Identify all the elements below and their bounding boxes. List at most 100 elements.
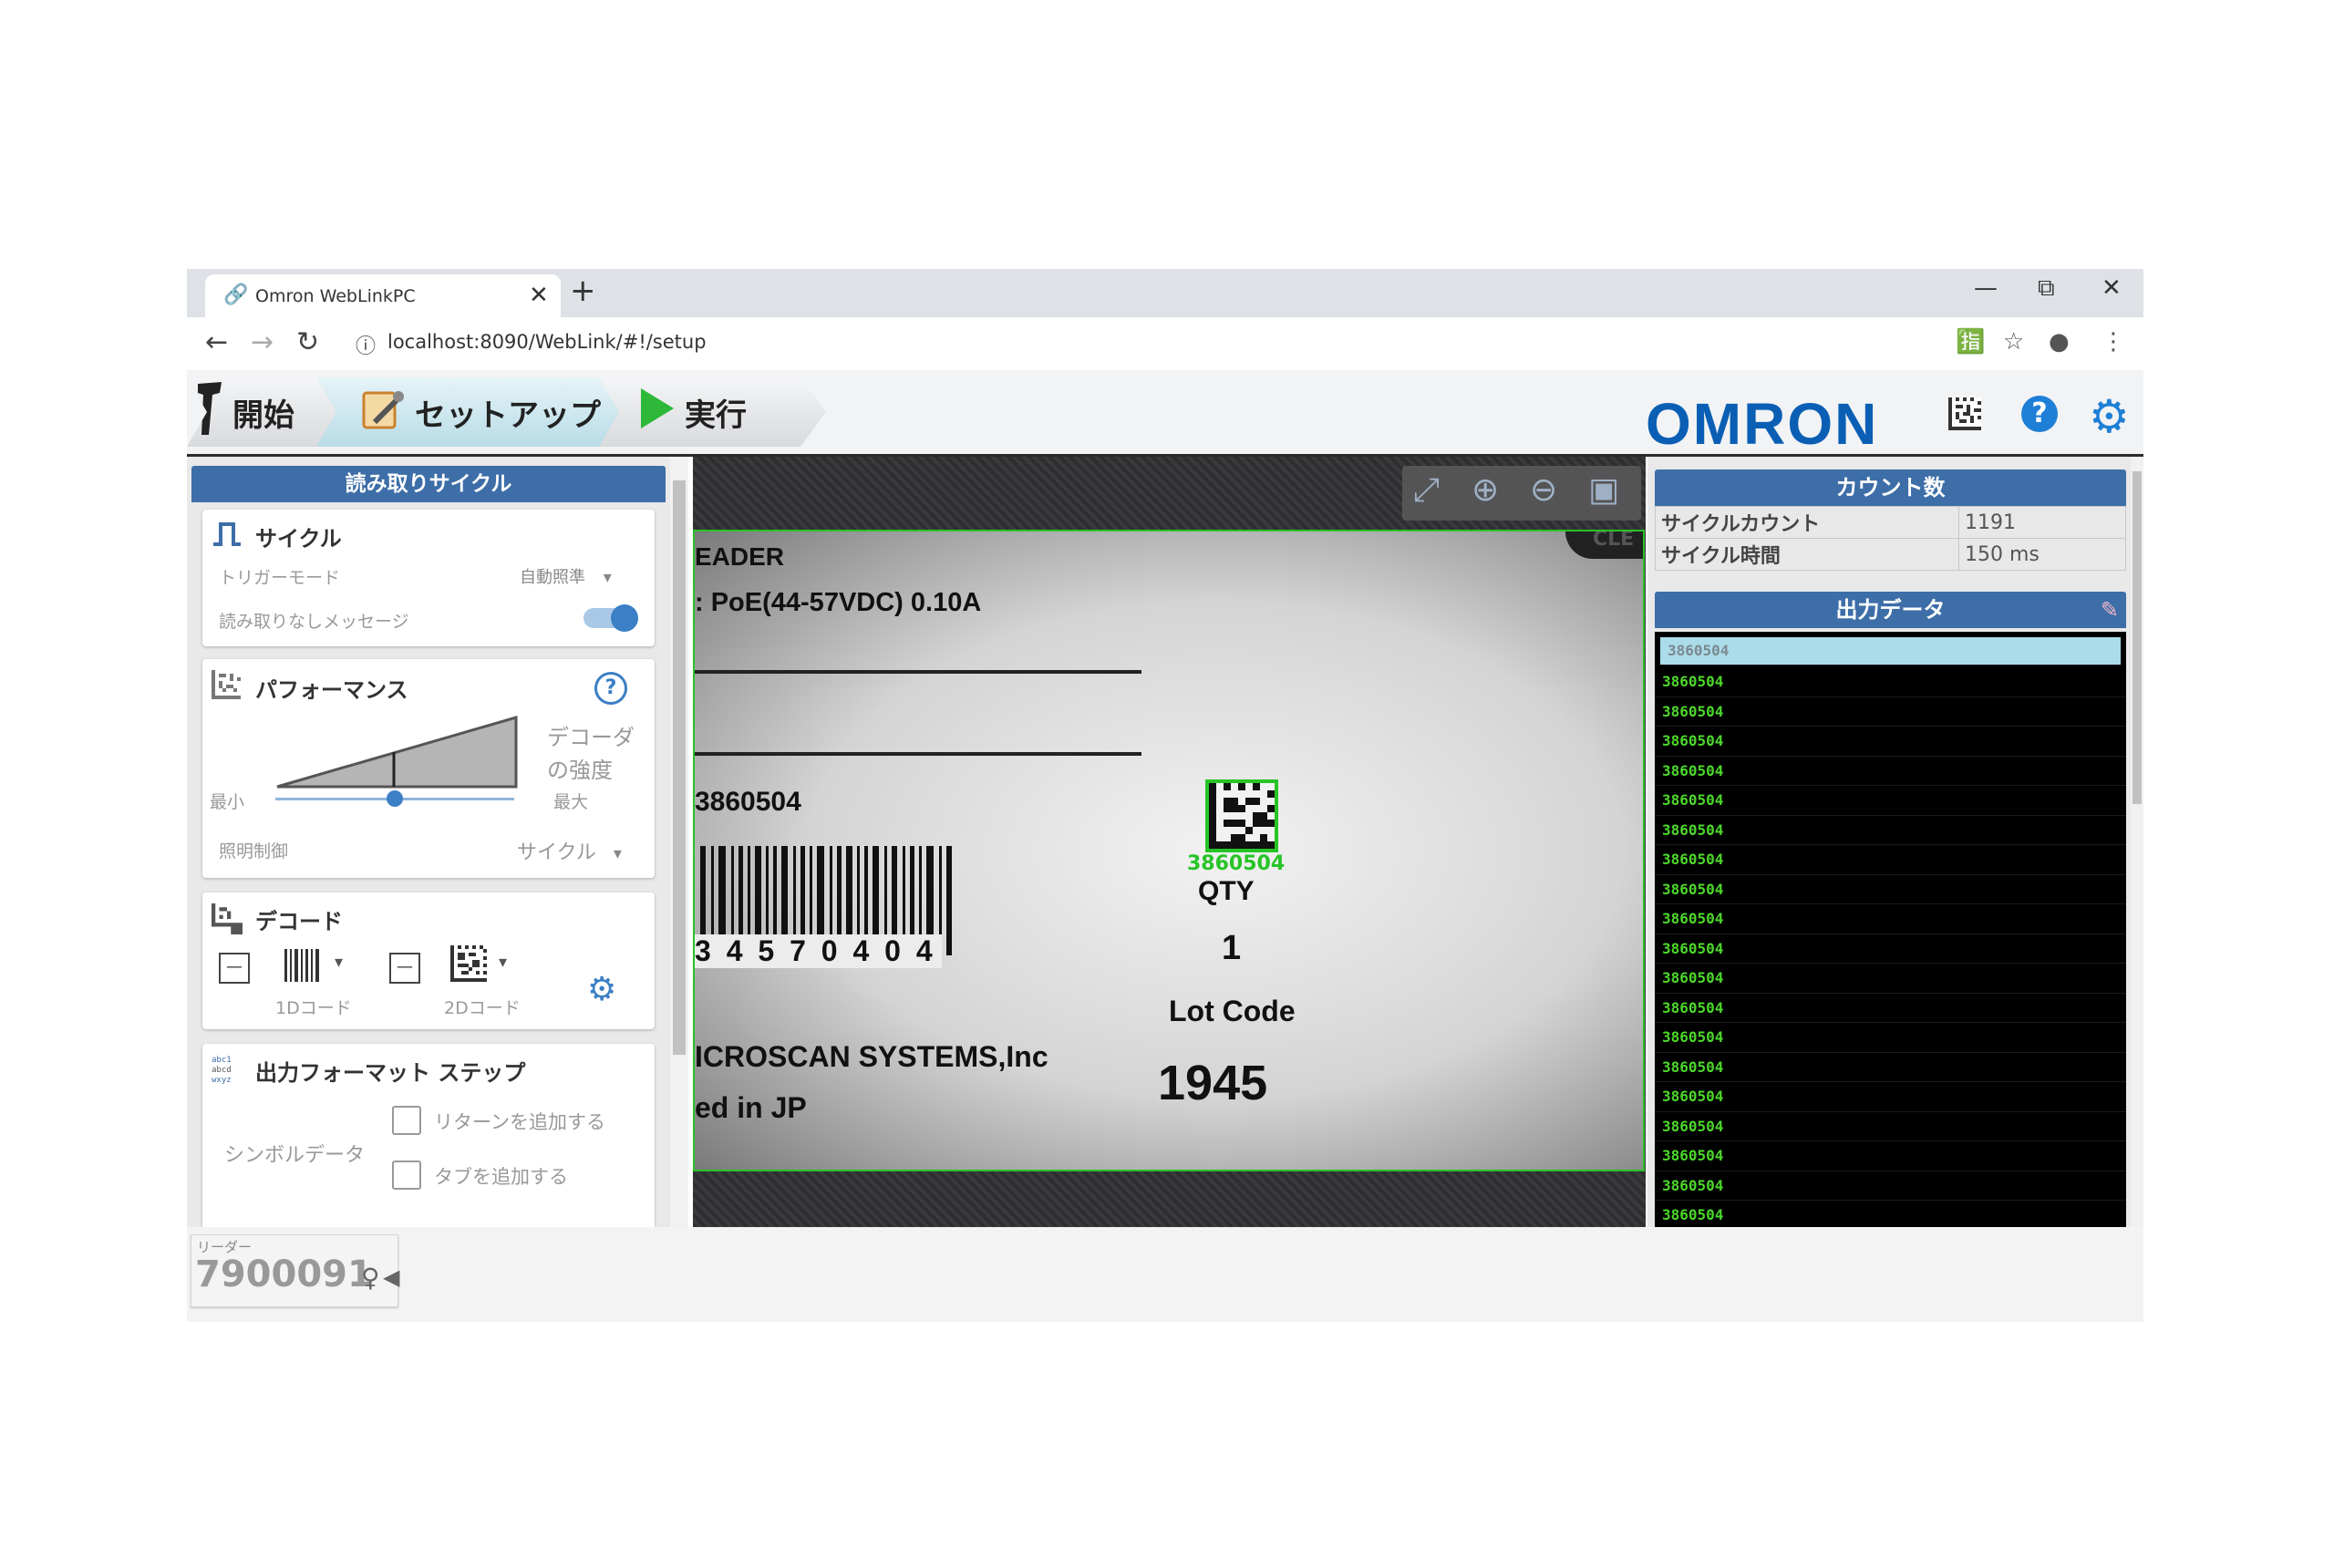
qty-value: 1 (1222, 929, 1242, 967)
list-item[interactable]: 3860504 (1655, 1112, 2126, 1141)
performance-help-icon[interactable]: ? (594, 672, 627, 705)
tab-close-button[interactable]: ✕ (529, 282, 549, 309)
toggle-knob (611, 604, 638, 632)
url-field[interactable]: localhost:8090/WebLink/#!/setup (387, 331, 707, 353)
account-icon[interactable]: ● (2049, 328, 2070, 356)
trigger-mode-select[interactable]: 自動照準 ▾ (520, 564, 612, 588)
list-item[interactable]: 3860504 (1655, 727, 2126, 757)
decoder-strength-slider[interactable] (275, 790, 514, 807)
add-return-checkbox[interactable] (392, 1106, 421, 1135)
chevron-down-icon: ▾ (613, 844, 622, 863)
list-item[interactable]: 3860504 (1655, 1023, 2126, 1053)
slider-handle[interactable] (387, 790, 403, 807)
decoder-strength-line-1: デコーダ (547, 725, 635, 750)
new-tab-button[interactable]: + (570, 273, 596, 309)
disable-1d-button[interactable]: — (219, 953, 250, 984)
footer-bar: リーダー 7900091 ♀ ◀ (187, 1227, 2143, 1322)
help-icon[interactable]: ? (2021, 396, 2058, 432)
svg-text:abcd: abcd (212, 1066, 232, 1075)
list-item[interactable]: 3860504 (1655, 964, 2126, 994)
fit-screen-icon[interactable]: ⤢ (1413, 471, 1440, 510)
lightbulb-icon[interactable]: ♀ (361, 1263, 380, 1293)
save-image-icon[interactable]: ▣ (1588, 471, 1619, 509)
app-header: 開始 セットアップ 実行 OMRON ? ⚙ (187, 370, 2143, 457)
translate-icon[interactable]: 🈯 (1956, 328, 1985, 356)
bookmark-star-icon[interactable]: ☆ (2003, 328, 2024, 356)
image-viewer[interactable]: ⤢ ⊕ ⊖ ▣ CLE EADER : PoE(44-57VDC) 0.10A … (693, 457, 1646, 1227)
output-format-title: 出力フォーマット ステップ (255, 1060, 526, 1086)
symbol-data-label: シンボルデータ (224, 1144, 366, 1167)
list-item[interactable]: 3860504 (1655, 667, 2126, 697)
close-window-button[interactable]: ✕ (2102, 274, 2122, 302)
barcode-2d-icon[interactable] (450, 945, 487, 985)
left-panel-scroll-thumb[interactable] (673, 480, 686, 1055)
list-item[interactable]: 3860504 (1655, 1201, 2126, 1227)
right-panel-scroll-thumb[interactable] (2133, 471, 2142, 804)
tab-title: Omron WebLinkPC (255, 286, 416, 306)
list-item[interactable]: 3860504 (1655, 994, 2126, 1023)
chevron-down-icon[interactable]: ▾ (499, 953, 507, 972)
datamatrix-icon[interactable] (1948, 397, 1981, 430)
disable-2d-button[interactable]: — (389, 953, 420, 984)
restore-button[interactable]: ⧉ (2038, 274, 2055, 303)
list-item[interactable]: 3860504 (1655, 845, 2126, 875)
list-item[interactable]: 3860504 (1655, 1053, 2126, 1082)
read-cycle-title: 読み取りサイクル (191, 466, 666, 502)
browser-tab[interactable]: 🔗 Omron WebLinkPC ✕ (205, 274, 561, 317)
zoom-in-icon[interactable]: ⊕ (1472, 471, 1499, 509)
list-item[interactable]: 3860504 (1660, 637, 2121, 665)
step-start[interactable]: 開始 (187, 377, 342, 447)
slider-min-label: 最小 (210, 792, 245, 812)
table-row: サイクルカウント 1191 (1655, 506, 2126, 539)
decoder-strength-line-2: の強度 (547, 758, 613, 783)
company-name: ICROSCAN SYSTEMS,Inc (695, 1040, 1048, 1073)
chevron-down-icon[interactable]: ▾ (335, 953, 343, 972)
cycle-card: サイクル トリガーモード 自動照準 ▾ 読み取りなしメッセージ (202, 510, 655, 646)
list-item[interactable]: 3860504 (1655, 875, 2126, 904)
list-item[interactable]: 3860504 (1655, 934, 2126, 964)
info-icon[interactable]: ⓘ (356, 330, 376, 359)
settings-gear-icon[interactable]: ⚙ (2089, 390, 2130, 443)
minimize-button[interactable]: — (1974, 274, 1998, 302)
back-arrow-icon[interactable]: ← (205, 326, 228, 358)
lighting-control-select[interactable]: サイクル ▾ (517, 836, 622, 865)
list-item[interactable]: 3860504 (1655, 757, 2126, 786)
decode-card: デコード — ▾ 1Dコード — ▾ 2Dコード ⚙ (202, 892, 655, 1029)
zoom-out-icon[interactable]: ⊖ (1530, 471, 1557, 509)
step-run-label: 実行 (685, 397, 747, 434)
forward-arrow-icon[interactable]: → (251, 326, 274, 358)
no-read-message-toggle[interactable] (584, 604, 638, 632)
barcode-1d-icon[interactable] (283, 947, 323, 987)
step-start-label: 開始 (232, 397, 294, 434)
divider-line (695, 670, 1141, 674)
slider-max-label: 最大 (553, 792, 589, 812)
setup-icon (360, 386, 406, 439)
add-tab-checkbox[interactable] (392, 1161, 421, 1190)
menu-kebab-icon[interactable]: ⋮ (2102, 328, 2125, 356)
no-read-message-label: 読み取りなしメッセージ (219, 612, 409, 632)
performance-icon (212, 670, 241, 703)
link-icon: 🔗 (223, 284, 249, 306)
reader-status[interactable]: リーダー 7900091 ♀ ◀ (191, 1234, 399, 1307)
play-icon (639, 387, 676, 438)
list-item[interactable]: 3860504 (1655, 1082, 2126, 1112)
code-1d-label: 1Dコード (275, 998, 352, 1018)
reader-id: 7900091 (195, 1253, 373, 1295)
list-item[interactable]: 3860504 (1655, 1171, 2126, 1201)
list-item[interactable]: 3860504 (1655, 816, 2126, 845)
speaker-icon[interactable]: ◀ (383, 1264, 399, 1290)
list-item[interactable]: 3860504 (1655, 697, 2126, 727)
cycle-time-value: 150 ms (1958, 538, 2126, 571)
output-data-title: 出力データ ✎ (1655, 592, 2126, 628)
eraser-icon[interactable]: ✎ (2101, 592, 2119, 628)
output-data-title-text: 出力データ (1835, 597, 1946, 623)
cycle-time-label: サイクル時間 (1655, 538, 1959, 571)
decoder-strength-graphic (276, 716, 518, 789)
reload-icon[interactable]: ↻ (296, 326, 319, 358)
list-item[interactable]: 3860504 (1655, 786, 2126, 816)
step-run[interactable]: 実行 (599, 377, 826, 447)
decode-settings-gear-icon[interactable]: ⚙ (587, 971, 616, 1008)
list-item[interactable]: 3860504 (1655, 1141, 2126, 1171)
output-data-list[interactable]: 3860504 3860504 3860504 3860504 3860504 … (1655, 632, 2126, 1227)
list-item[interactable]: 3860504 (1655, 904, 2126, 934)
